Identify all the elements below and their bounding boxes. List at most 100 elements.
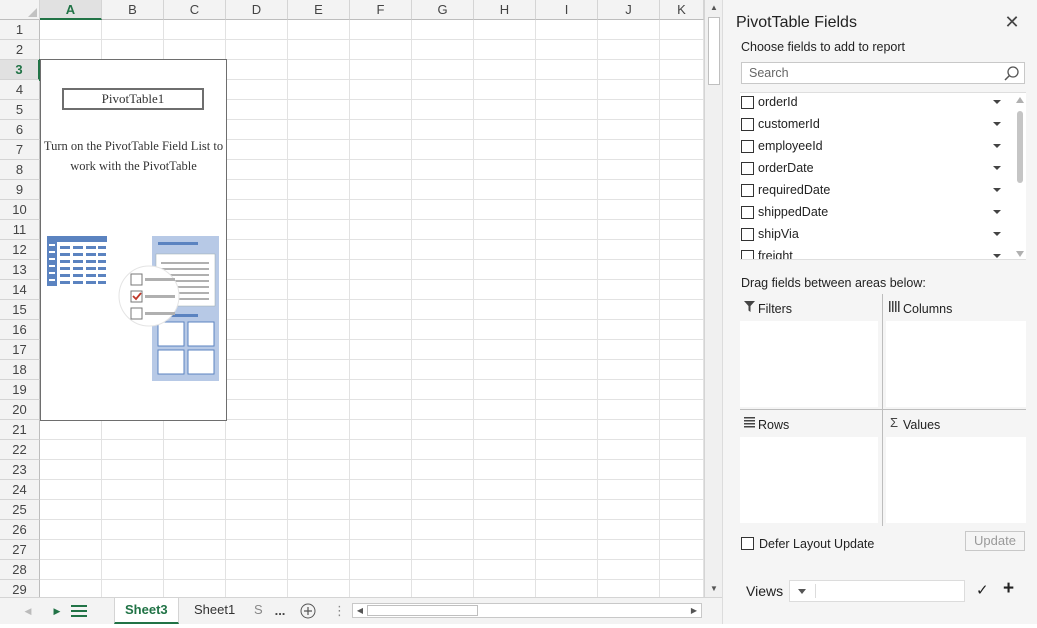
spreadsheet-grid[interactable]: ABCDEFGHIJK 1 2 3 4 5 6 7 8 9 10 11 12 13 14 15 16 17 18 1…	[0, 0, 704, 597]
row-header-16[interactable]: 16	[0, 320, 40, 340]
row-header-17[interactable]: 17	[0, 340, 40, 360]
field-checkbox[interactable]	[741, 162, 754, 175]
field-checkbox[interactable]	[741, 140, 754, 153]
field-item-shipvia[interactable]: shipVia	[740, 224, 1014, 246]
row-header-28[interactable]: 28	[0, 560, 40, 580]
rows-drop-zone[interactable]	[740, 437, 878, 523]
field-list-scrollbar[interactable]	[1014, 93, 1026, 259]
field-item-employeeid[interactable]: employeeId	[740, 136, 1014, 158]
prev-sheet-icon[interactable]: ◀	[20, 598, 36, 624]
row-header-26[interactable]: 26	[0, 520, 40, 540]
horizontal-scrollbar[interactable]: ◀ ▶	[352, 603, 702, 618]
close-icon[interactable]: ✕	[1002, 12, 1022, 32]
horizontal-scroll-thumb[interactable]	[367, 605, 478, 616]
column-header-i[interactable]: I	[536, 0, 598, 20]
chevron-down-icon[interactable]	[993, 100, 1001, 104]
field-scroll-down-icon[interactable]	[1016, 251, 1024, 257]
update-button[interactable]: Update	[965, 531, 1025, 551]
add-sheet-icon[interactable]	[298, 598, 318, 624]
values-drop-zone[interactable]	[886, 437, 1026, 523]
field-item-requireddate[interactable]: requiredDate	[740, 180, 1014, 202]
chevron-down-icon[interactable]	[993, 144, 1001, 148]
sheet-list-icon[interactable]	[68, 598, 90, 624]
row-header-23[interactable]: 23	[0, 460, 40, 480]
column-header-e[interactable]: E	[288, 0, 350, 20]
column-header-f[interactable]: F	[350, 0, 412, 20]
vertical-scrollbar[interactable]: ▲ ▼	[704, 0, 722, 597]
vertical-scroll-thumb[interactable]	[708, 17, 720, 85]
field-checkbox[interactable]	[741, 118, 754, 131]
field-item-freight[interactable]: freight	[740, 246, 1014, 259]
next-sheet-icon[interactable]: ▶	[50, 598, 64, 624]
field-scroll-thumb[interactable]	[1017, 111, 1023, 183]
checkmark-icon[interactable]: ✓	[976, 581, 989, 599]
scroll-up-icon[interactable]: ▲	[707, 1, 721, 15]
row-header-12[interactable]: 12	[0, 240, 40, 260]
field-item-shippeddate[interactable]: shippedDate	[740, 202, 1014, 224]
pivot-table-placeholder[interactable]: PivotTable1 Turn on the PivotTable Field…	[40, 59, 227, 421]
chevron-down-icon[interactable]	[798, 589, 806, 594]
field-checkbox[interactable]	[741, 228, 754, 241]
row-header-19[interactable]: 19	[0, 380, 40, 400]
column-header-a[interactable]: A	[40, 0, 102, 20]
column-header-d[interactable]: D	[226, 0, 288, 20]
views-dropdown[interactable]	[789, 580, 965, 602]
field-item-orderdate[interactable]: orderDate	[740, 158, 1014, 180]
tab-splitter-icon[interactable]: ⋮	[333, 598, 346, 624]
search-icon[interactable]	[1003, 65, 1021, 83]
sheet-tab-sheet3[interactable]: Sheet3	[114, 598, 179, 624]
row-header-24[interactable]: 24	[0, 480, 40, 500]
row-header-13[interactable]: 13	[0, 260, 40, 280]
row-header-11[interactable]: 11	[0, 220, 40, 240]
scroll-left-icon[interactable]: ◀	[353, 604, 367, 617]
row-header-27[interactable]: 27	[0, 540, 40, 560]
column-header-k[interactable]: K	[660, 0, 704, 20]
row-header-18[interactable]: 18	[0, 360, 40, 380]
values-area[interactable]: Σ Values	[885, 412, 1026, 526]
plus-icon[interactable]: +	[1003, 578, 1014, 600]
column-header-c[interactable]: C	[164, 0, 226, 20]
field-item-customerid[interactable]: customerId	[740, 114, 1014, 136]
row-header-9[interactable]: 9	[0, 180, 40, 200]
row-header-3[interactable]: 3	[0, 60, 40, 80]
more-sheets-button[interactable]: ...	[270, 598, 290, 624]
rows-area[interactable]: Rows	[740, 412, 882, 526]
field-checkbox[interactable]	[741, 250, 754, 259]
row-header-25[interactable]: 25	[0, 500, 40, 520]
row-header-22[interactable]: 22	[0, 440, 40, 460]
column-header-g[interactable]: G	[412, 0, 474, 20]
column-header-j[interactable]: J	[598, 0, 660, 20]
row-header-10[interactable]: 10	[0, 200, 40, 220]
chevron-down-icon[interactable]	[993, 254, 1001, 258]
field-item-orderid[interactable]: orderId	[740, 93, 1014, 114]
sheet-tab-truncated[interactable]: S	[252, 598, 265, 624]
field-checkbox[interactable]	[741, 206, 754, 219]
chevron-down-icon[interactable]	[993, 232, 1001, 236]
scroll-right-icon[interactable]: ▶	[687, 604, 701, 617]
filters-area[interactable]: Filters	[740, 296, 882, 409]
row-header-4[interactable]: 4	[0, 80, 40, 100]
row-header-2[interactable]: 2	[0, 40, 40, 60]
search-input[interactable]	[742, 63, 1000, 83]
row-header-1[interactable]: 1	[0, 20, 40, 40]
row-header-14[interactable]: 14	[0, 280, 40, 300]
row-header-21[interactable]: 21	[0, 420, 40, 440]
row-header-8[interactable]: 8	[0, 160, 40, 180]
column-header-h[interactable]: H	[474, 0, 536, 20]
filters-drop-zone[interactable]	[740, 321, 878, 407]
scroll-down-icon[interactable]: ▼	[707, 582, 721, 596]
row-header-20[interactable]: 20	[0, 400, 40, 420]
defer-layout-checkbox[interactable]	[741, 537, 754, 550]
chevron-down-icon[interactable]	[993, 188, 1001, 192]
chevron-down-icon[interactable]	[993, 122, 1001, 126]
row-header-7[interactable]: 7	[0, 140, 40, 160]
chevron-down-icon[interactable]	[993, 210, 1001, 214]
chevron-down-icon[interactable]	[993, 166, 1001, 170]
row-header-6[interactable]: 6	[0, 120, 40, 140]
columns-area[interactable]: Columns	[885, 296, 1026, 409]
row-header-5[interactable]: 5	[0, 100, 40, 120]
column-header-b[interactable]: B	[102, 0, 164, 20]
field-checkbox[interactable]	[741, 96, 754, 109]
field-checkbox[interactable]	[741, 184, 754, 197]
select-all-corner[interactable]	[0, 0, 40, 20]
